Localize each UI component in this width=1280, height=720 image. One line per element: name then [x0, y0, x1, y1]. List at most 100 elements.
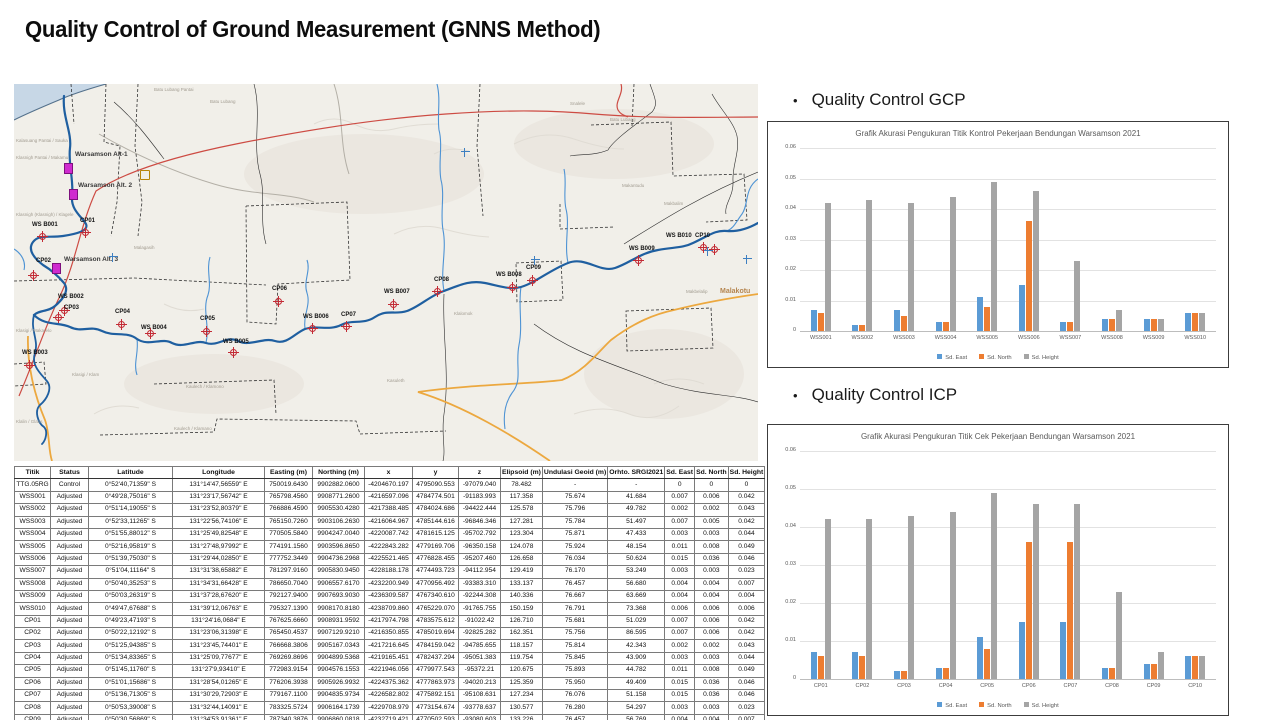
table-cell: 9907129.9210: [313, 628, 365, 640]
legend-item: Sd. East: [937, 702, 967, 709]
table-cell: -95207.460: [459, 553, 501, 565]
table-row: WSS010Adjusted0°49'47,67688" S131°39'12,…: [15, 603, 765, 615]
legend-swatch-icon: [1024, 354, 1029, 359]
gridline: [800, 565, 1216, 566]
table-cell: 9905830.9450: [313, 566, 365, 578]
table-cell: -96846.346: [459, 516, 501, 528]
table-cell: 0°50'30,56869" S: [89, 714, 173, 720]
chart-gcp[interactable]: Grafik Akurasi Pengukuran Titik Kontrol …: [767, 121, 1229, 368]
map-point-label: CP03: [64, 305, 79, 311]
table-cell: 131°14'47,56559" E: [173, 479, 265, 491]
table-cell: 75.674: [542, 491, 607, 503]
bar-sd-north: [943, 668, 949, 679]
table-cell: 0°51'55,88012" S: [89, 528, 173, 540]
table-cell: -91022.42: [459, 615, 501, 627]
table-cell: 9908170.8180: [313, 603, 365, 615]
table-cell: 119.754: [501, 652, 543, 664]
page-title: Quality Control of Ground Measurement (G…: [25, 16, 600, 43]
table-row: WSS009Adjusted0°50'03,26319" S131°37'28,…: [15, 590, 765, 602]
table-cell: Adjusted: [51, 528, 89, 540]
y-axis-tick-label: 0.04: [770, 524, 796, 530]
table-cell: 0°50'22,12192" S: [89, 628, 173, 640]
table-cell: 0: [695, 479, 729, 491]
table-cell: 0.007: [665, 491, 695, 503]
table-cell: 0°50'53,39008" S: [89, 702, 173, 714]
bar-sd-height: [950, 197, 956, 331]
column-header: Latitude: [89, 467, 173, 479]
bullet-gcp-label: Quality Control GCP: [812, 90, 966, 110]
survey-map[interactable]: Warsamson Alt-1Warsamson Alt. 2Warsamson…: [14, 84, 758, 461]
table-cell: 0.006: [728, 603, 765, 615]
bar-sd-east: [852, 325, 858, 331]
gridline: [800, 641, 1216, 642]
table-cell: Adjusted: [51, 714, 89, 720]
table-cell: 0°51'25,94385" S: [89, 640, 173, 652]
bar-sd-height: [1116, 592, 1122, 679]
table-cell: 781297.9160: [265, 566, 313, 578]
table-cell: 0.042: [728, 491, 765, 503]
gps-point-marker-icon: [24, 360, 35, 371]
table-cell: 9903106.2630: [313, 516, 365, 528]
table-cell: 766886.4590: [265, 504, 313, 516]
grid-cross-icon: [743, 255, 752, 264]
table-cell: -4219165.451: [365, 652, 413, 664]
bar-sd-north: [901, 316, 907, 331]
table-cell: 9905530.4280: [313, 504, 365, 516]
legend-item: Sd. Height: [1024, 702, 1059, 709]
table-cell: 779167.1100: [265, 690, 313, 702]
table-row: WSS005Adjusted0°52'16,95819" S131°27'48,…: [15, 541, 765, 553]
table-cell: 0.003: [665, 528, 695, 540]
table-cell: 76.457: [542, 578, 607, 590]
bar-sd-height: [1074, 504, 1080, 679]
table-cell: 4785019.694: [413, 628, 459, 640]
table-cell: 9908771.2600: [313, 491, 365, 503]
table-cell: CP01: [15, 615, 51, 627]
gridline: [800, 603, 1216, 604]
table-cell: 0.002: [665, 640, 695, 652]
bar-sd-height: [1158, 652, 1164, 679]
bar-sd-east: [852, 652, 858, 679]
table-cell: 76.170: [542, 566, 607, 578]
y-axis-tick-label: 0: [770, 328, 796, 334]
bar-sd-east: [1060, 622, 1066, 679]
table-cell: 54.297: [608, 702, 665, 714]
table-cell: 9904899.5368: [313, 652, 365, 664]
table-cell: -4216064.967: [365, 516, 413, 528]
chart-icp[interactable]: Grafik Akurasi Pengukuran Titik Cek Peke…: [767, 424, 1229, 716]
table-cell: 795327.1390: [265, 603, 313, 615]
table-cell: 127.234: [501, 690, 543, 702]
x-axis-tick-label: CP03: [883, 684, 925, 690]
table-cell: 9906557.6170: [313, 578, 365, 590]
table-cell: 0°52'40,71359" S: [89, 479, 173, 491]
bar-sd-north: [859, 325, 865, 331]
place-name-label: Malagasih: [134, 246, 155, 251]
table-cell: 75.681: [542, 615, 607, 627]
table-cell: 0.004: [695, 578, 729, 590]
table-cell: -4225521.465: [365, 553, 413, 565]
table-cell: 131°37'28,67620" E: [173, 590, 265, 602]
table-row: WSS006Adjusted0°51'39,75030" S131°29'44,…: [15, 553, 765, 565]
place-name-label: Klasnigh (Klasnigh) / Klagele: [16, 213, 74, 218]
bar-sd-height: [1033, 504, 1039, 679]
coordinates-table[interactable]: TitikStatusLatitudeLongitudeEasting (m)N…: [14, 466, 765, 720]
table-cell: 63.669: [608, 590, 665, 602]
table-cell: Adjusted: [51, 590, 89, 602]
table-cell: 765150.7260: [265, 516, 313, 528]
table-cell: 4767340.610: [413, 590, 459, 602]
bar-sd-height: [1199, 313, 1205, 331]
map-point-label: WS B001: [32, 222, 58, 228]
table-cell: WSS001: [15, 491, 51, 503]
table-cell: Adjusted: [51, 516, 89, 528]
table-cell: 0.007: [665, 516, 695, 528]
table-cell: WSS006: [15, 553, 51, 565]
table-cell: 56.680: [608, 578, 665, 590]
bar-sd-east: [1060, 322, 1066, 331]
table-cell: 0.046: [728, 677, 765, 689]
alt-site-marker-icon: [52, 263, 61, 274]
bullet-icon: •: [793, 388, 798, 403]
gridline: [800, 148, 1216, 149]
table-row: CP08Adjusted0°50'53,39008" S131°32'44,14…: [15, 702, 765, 714]
bar-sd-east: [1019, 622, 1025, 679]
bar-sd-east: [1102, 668, 1108, 679]
table-cell: Adjusted: [51, 541, 89, 553]
